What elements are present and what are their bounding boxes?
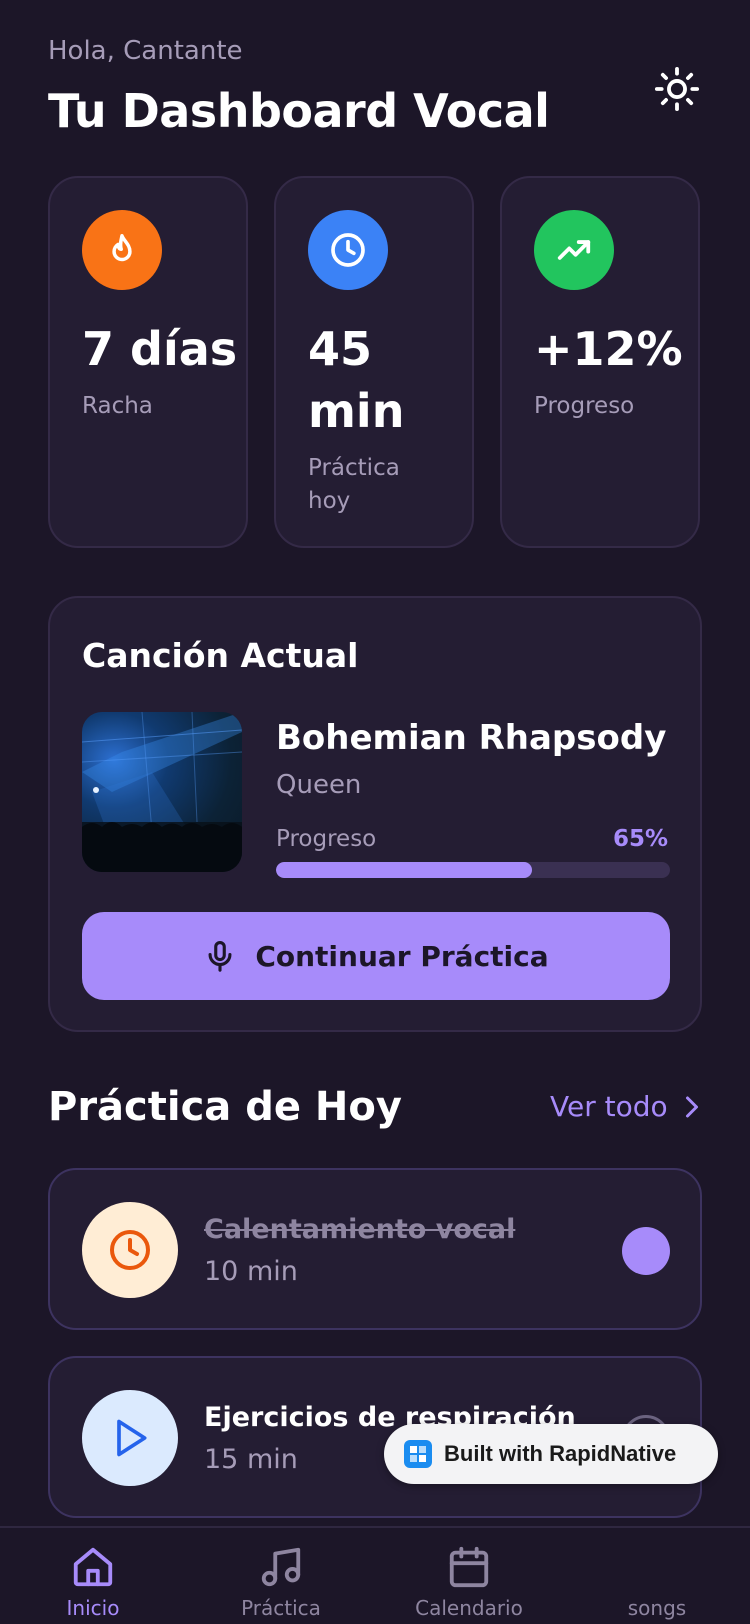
flame-icon (112, 234, 132, 262)
continue-practice-button[interactable]: Continuar Práctica (82, 912, 670, 1000)
play-icon (117, 1419, 147, 1457)
stat-label: Racha (82, 393, 153, 419)
stat-card-streak[interactable]: 7 días Racha (48, 176, 248, 548)
stat-card-progress[interactable]: +12% Progreso (500, 176, 700, 548)
built-with-badge[interactable]: Built with RapidNative (384, 1424, 718, 1484)
practice-section-title: Práctica de Hoy (48, 1084, 402, 1130)
song-title: Bohemian Rhapsody (276, 718, 667, 758)
task-title: Calentamiento vocal (204, 1214, 516, 1245)
home-icon (73, 1547, 113, 1587)
see-all-link[interactable]: Ver todo (550, 1090, 702, 1123)
dashboard-screen: Hola, Cantante Tu Dashboard Vocal 7 días… (0, 0, 750, 1624)
task-duration: 10 min (204, 1256, 298, 1287)
task-icon-badge (82, 1390, 178, 1486)
stat-icon-badge (308, 210, 388, 290)
practice-task-item[interactable]: Calentamiento vocal 10 min (48, 1168, 702, 1330)
stat-label: Progreso (534, 393, 635, 419)
tab-calendario[interactable]: Calendario (394, 1544, 544, 1620)
sun-icon (654, 66, 700, 112)
album-art-image (82, 712, 242, 872)
tab-label: Inicio (66, 1596, 120, 1620)
stat-value: 45 min (308, 322, 405, 438)
page-title: Tu Dashboard Vocal (48, 84, 550, 138)
progress-bar-fill (276, 862, 533, 878)
clock-icon (110, 1230, 150, 1270)
trending-up-icon (557, 240, 591, 260)
progress-percent: 65% (612, 826, 668, 852)
task-icon-badge (82, 1202, 178, 1298)
tab-label: Práctica (241, 1596, 321, 1620)
continue-practice-label: Continuar Práctica (255, 939, 549, 973)
music-note-icon (261, 1547, 301, 1587)
task-complete-checkbox[interactable] (622, 1227, 670, 1275)
chevron-right-icon (685, 1096, 698, 1117)
progress-label: Progreso (276, 826, 377, 852)
stat-label: Práctica hoy (308, 455, 400, 514)
rapidnative-logo-icon (404, 1440, 432, 1468)
see-all-label: Ver todo (550, 1090, 668, 1123)
theme-toggle-button[interactable] (652, 64, 702, 114)
tab-inicio[interactable]: Inicio (18, 1544, 168, 1620)
microphone-icon (208, 940, 232, 972)
bottom-tab-bar: Inicio Práctica Calendario songs (0, 1526, 750, 1624)
stats-row: 7 días Racha 45 min Práctica hoy +12% Pr… (48, 176, 702, 548)
songs-icon (634, 1544, 680, 1590)
built-with-label: Built with RapidNative (444, 1441, 677, 1466)
song-artist: Queen (276, 770, 362, 800)
stat-icon-badge (534, 210, 614, 290)
progress-bar (276, 862, 670, 878)
tab-practica[interactable]: Práctica (206, 1544, 356, 1620)
tab-songs[interactable]: songs (582, 1544, 732, 1620)
stat-value: +12% (534, 322, 683, 376)
greeting-text: Hola, Cantante (48, 36, 243, 66)
tab-label: songs (627, 1596, 687, 1620)
task-duration: 15 min (204, 1444, 298, 1475)
current-song-heading: Canción Actual (82, 636, 359, 675)
stat-value: 7 días (82, 322, 238, 376)
clock-icon (331, 233, 365, 267)
stat-card-practice-today[interactable]: 45 min Práctica hoy (274, 176, 474, 548)
calendar-icon (449, 1546, 489, 1588)
tab-label: Calendario (415, 1596, 523, 1620)
stat-icon-badge (82, 210, 162, 290)
current-song-card: Canción Actual Bohemian Rhapsody Queen P… (48, 596, 702, 1032)
